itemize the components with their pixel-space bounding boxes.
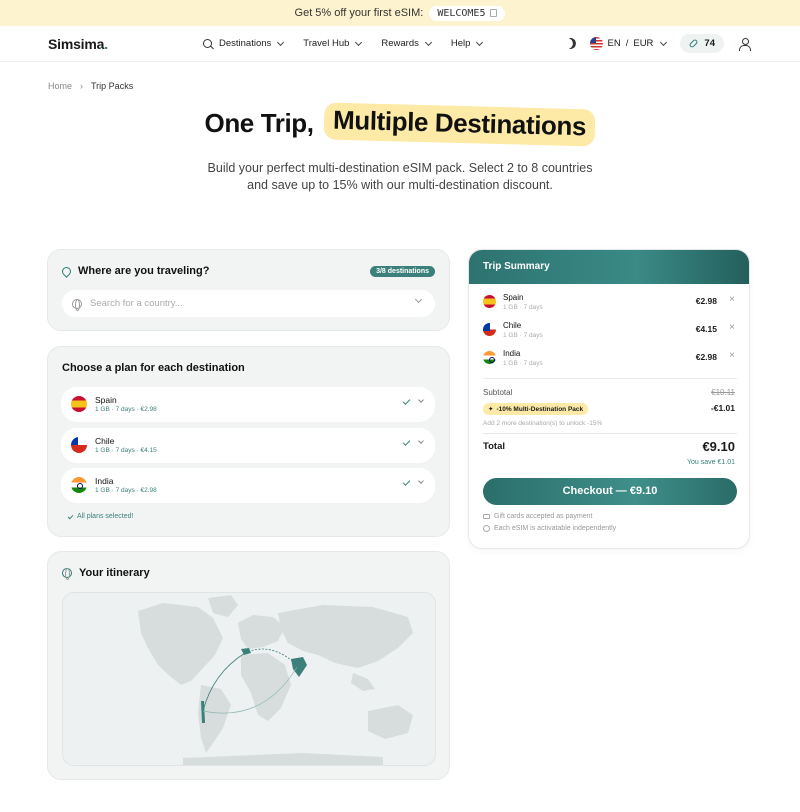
spain-flag-icon: [71, 396, 87, 412]
main-nav: Destinations Travel Hub Rewards Help: [203, 38, 484, 49]
subtotal-label: Subtotal: [483, 388, 513, 397]
chevron-down-icon[interactable]: [418, 478, 424, 484]
nav-rewards[interactable]: Rewards: [381, 38, 432, 49]
plans-card: Choose a plan for each destination Spain…: [47, 346, 450, 537]
promo-banner: Get 5% off your first eSIM: WELCOME5: [0, 0, 800, 26]
summary-item-price: €2.98: [695, 352, 717, 362]
dark-mode-icon[interactable]: [563, 36, 577, 50]
map-landmasses: [138, 595, 413, 765]
summary-item-price: €4.15: [695, 324, 717, 334]
title-highlight: Multiple Destinations: [323, 102, 596, 147]
promo-code-button[interactable]: WELCOME5: [429, 5, 506, 21]
itinerary-card: Your itinerary: [47, 551, 450, 780]
divider: [483, 378, 737, 379]
check-icon: [402, 438, 411, 446]
southeast-asia-shape: [351, 673, 375, 691]
activation-note: Each eSIM is activatable independently: [483, 525, 616, 532]
points-button[interactable]: 74: [680, 34, 724, 53]
check-icon: [402, 397, 411, 405]
subtotal-value: €10.11: [711, 388, 735, 397]
savings-text: You save €1.01: [686, 459, 735, 466]
promo-text: Get 5% off your first eSIM:: [294, 7, 424, 19]
discount-badge: ✦ -10% Multi-Destination Pack: [483, 403, 589, 415]
antarctica-shape: [183, 753, 383, 765]
summary-item-india: India 1 GB · 7 days €2.98 ×: [483, 349, 737, 369]
country-search-input[interactable]: Search for a country...: [62, 290, 435, 317]
india-flag-icon: [71, 477, 87, 493]
page-subtitle: Build your perfect multi-destination eSI…: [207, 161, 593, 192]
language-currency-selector[interactable]: EN / EUR: [589, 37, 668, 50]
breadcrumb-current: Trip Packs: [91, 81, 134, 91]
trip-summary-title: Trip Summary: [469, 250, 749, 284]
location-pin-icon: [60, 264, 73, 278]
chevron-down-icon: [355, 38, 363, 46]
promo-code: WELCOME5: [437, 7, 486, 19]
copy-icon: [490, 9, 498, 17]
plans-title: Choose a plan for each destination: [62, 362, 245, 374]
remove-icon[interactable]: ×: [729, 294, 735, 305]
chevron-down-icon[interactable]: [418, 397, 424, 403]
trip-summary-panel: Trip Summary Spain 1 GB · 7 days €2.98 ×…: [468, 249, 750, 549]
breadcrumb: Home › Trip Packs: [48, 81, 133, 91]
itinerary-map[interactable]: [62, 592, 436, 766]
summary-item-chile: Chile 1 GB · 7 days €4.15 ×: [483, 321, 737, 341]
chevron-down-icon: [660, 38, 668, 46]
itinerary-title: Your itinerary: [62, 567, 150, 580]
search-icon: [203, 39, 212, 48]
divider: [483, 433, 737, 434]
summary-item-price: €2.98: [695, 296, 717, 306]
breadcrumb-home[interactable]: Home: [48, 81, 72, 91]
destination-search-title: Where are you traveling?: [60, 264, 209, 278]
info-icon: [483, 525, 490, 532]
us-flag-icon: [589, 37, 603, 50]
chevron-down-icon: [424, 38, 432, 46]
discount-value: -€1.01: [710, 403, 735, 413]
header-actions: EN / EUR 74: [563, 34, 751, 53]
remove-icon[interactable]: ×: [729, 322, 735, 333]
plan-row-india[interactable]: India 1 GB · 7 days · €2.98: [61, 468, 435, 503]
summary-item-spain: Spain 1 GB · 7 days €2.98 ×: [483, 293, 737, 313]
check-icon: [67, 513, 74, 520]
destination-count-badge: 3/8 destinations: [370, 266, 435, 277]
sparkle-icon: ✦: [488, 406, 494, 413]
total-label: Total: [483, 441, 505, 452]
chevron-down-icon: [476, 38, 484, 46]
spain-flag-icon: [483, 295, 496, 308]
destination-search-card: Where are you traveling? 3/8 destination…: [47, 249, 450, 331]
europe-shape: [238, 615, 285, 649]
logo[interactable]: Simsima.: [48, 36, 108, 52]
chevron-down-icon[interactable]: [418, 438, 424, 444]
plan-row-spain[interactable]: Spain 1 GB · 7 days · €2.98: [61, 387, 435, 422]
site-header: Simsima. Destinations Travel Hub Rewards…: [0, 26, 800, 62]
world-map: [138, 595, 413, 765]
greenland-shape: [208, 595, 238, 617]
australia-shape: [368, 705, 413, 739]
breadcrumb-separator: ›: [80, 81, 84, 91]
nav-destinations[interactable]: Destinations: [203, 38, 285, 49]
remove-icon[interactable]: ×: [729, 350, 735, 361]
nav-help[interactable]: Help: [451, 38, 484, 49]
africa-shape: [241, 653, 291, 721]
north-america-shape: [138, 603, 223, 685]
india-flag-icon: [483, 351, 496, 364]
globe-icon: [62, 568, 72, 580]
credit-card-icon: [483, 514, 490, 519]
checkout-button[interactable]: Checkout — €9.10: [483, 478, 737, 505]
chevron-down-icon: [414, 295, 423, 304]
unlock-hint: Add 2 more destination(s) to unlock -15%: [483, 420, 603, 427]
chevron-down-icon: [277, 38, 285, 46]
plan-row-chile[interactable]: Chile 1 GB · 7 days · €4.15: [61, 428, 435, 463]
all-plans-selected: All plans selected!: [67, 513, 133, 520]
chile-flag-icon: [483, 323, 496, 336]
nav-travel-hub[interactable]: Travel Hub: [303, 38, 363, 49]
chile-flag-icon: [71, 437, 87, 453]
globe-icon: [72, 298, 82, 311]
total-value: €9.10: [702, 439, 735, 454]
pill-icon: [688, 38, 699, 49]
check-icon: [402, 478, 411, 486]
user-icon[interactable]: [738, 37, 751, 51]
page-title: One Trip, Multiple Destinations: [0, 102, 800, 147]
gift-card-note: Gift cards accepted as payment: [483, 513, 592, 520]
india-highlight: [291, 657, 307, 677]
